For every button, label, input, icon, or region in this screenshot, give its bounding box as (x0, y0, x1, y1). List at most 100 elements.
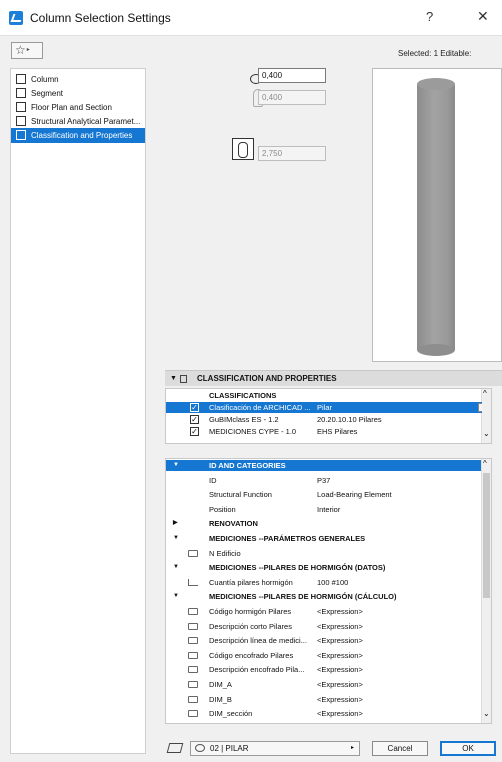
property-row[interactable]: DIM_B <Expression> (166, 694, 482, 705)
custom-property-icon (188, 666, 198, 674)
sidebar-item-segment[interactable]: Segment (11, 86, 145, 101)
link-property-icon (188, 578, 198, 586)
property-row[interactable]: Descripción corto Pilares <Expression> (166, 621, 482, 632)
properties-panel: DIM_sección <Expression> DIM_B <Expression>… (165, 458, 492, 724)
property-group-label: MEDICIONES --PARÁMETROS GENERALES (209, 534, 366, 543)
property-row[interactable]: Código hormigón Pilares <Expression> (166, 606, 482, 617)
property-row[interactable]: DIM_sección <Expression> (166, 708, 482, 719)
chevron-right-icon: ▸ (26, 47, 30, 54)
scroll-up-icon[interactable]: ^ (483, 459, 487, 468)
layer-dropdown[interactable]: 02 | PILAR ▸ (190, 741, 360, 756)
property-name: Structural Function (209, 490, 272, 500)
property-name: Position (209, 504, 236, 514)
property-group-row[interactable]: ▼ MEDICIONES --PILARES DE HORMIGÓN (CÁLCU… (166, 591, 482, 603)
chevron-right-icon[interactable]: ▸ (478, 403, 482, 412)
section-icon (180, 375, 187, 383)
classifications-scrollbar[interactable]: ^ ⌄ (481, 389, 491, 443)
property-row[interactable]: Cuantía pilares hormigón 100 #100 (166, 577, 482, 588)
layer-settings-icon[interactable] (166, 743, 184, 753)
properties-scrollbar[interactable]: ^ ⌄ (481, 459, 491, 723)
property-value[interactable]: <Expression> (317, 621, 363, 632)
property-row[interactable]: Structural Function Load-Bearing Element (166, 489, 482, 500)
chevron-down-icon[interactable]: ▼ (173, 591, 179, 602)
property-value[interactable]: <Expression> (317, 694, 363, 705)
sidebar-item-floor-plan-and-section[interactable]: Floor Plan and Section (11, 100, 145, 115)
sidebar-item-classification-and-properties[interactable]: Classification and Properties (11, 128, 145, 143)
classification-value: 20.20.10.10 Pilares (317, 415, 382, 424)
cancel-button[interactable]: Cancel (372, 741, 428, 756)
property-row[interactable]: N Edificio (166, 548, 482, 559)
classification-checkbox[interactable]: ✓ (190, 403, 199, 412)
chevron-down-icon[interactable]: ▼ (173, 533, 179, 544)
property-row[interactable]: ID P37 (166, 475, 482, 486)
classifications-header: CLASSIFICATIONS (166, 390, 482, 401)
custom-property-icon (188, 622, 198, 630)
classification-row[interactable]: ✓ Clasificación de ARCHICAD ... Pilar ▸ (166, 402, 482, 413)
ok-button[interactable]: OK (440, 741, 496, 756)
custom-property-icon (188, 549, 198, 557)
favorites-button[interactable]: ☆▸ (11, 42, 43, 59)
property-name: Código encofrado Pilares (209, 650, 294, 660)
classification-value: Pilar (317, 403, 333, 412)
property-value[interactable]: <Expression> (317, 650, 363, 661)
classification-name: MEDICIONES CYPE - 1.0 (209, 427, 297, 436)
property-group-row[interactable]: ▼ ID AND CATEGORIES (166, 460, 482, 471)
property-group-label: RENOVATION (209, 519, 258, 529)
custom-property-icon (188, 637, 198, 645)
property-group-row[interactable]: ▼ MEDICIONES --PILARES DE HORMIGÓN (DATOS… (166, 562, 482, 574)
classification-checkbox[interactable]: ✓ (190, 415, 199, 424)
sidebar-item-label: Segment (31, 89, 64, 98)
property-value[interactable]: Interior (317, 504, 340, 515)
property-value[interactable]: <Expression> (317, 708, 363, 719)
classification-checkbox[interactable]: ✓ (190, 427, 199, 436)
window-title: Column Selection Settings (30, 11, 171, 25)
settings-content: 0,400 0,400 2,750 (153, 68, 502, 368)
property-value[interactable]: 100 #100 (317, 577, 348, 588)
width-input[interactable]: 0,400 (258, 68, 326, 83)
chevron-right-icon: ▸ (350, 745, 354, 751)
scroll-down-icon[interactable]: ⌄ (483, 709, 490, 718)
bottom-bar: 02 | PILAR ▸ Cancel OK (160, 740, 502, 762)
property-name: Descripción línea de medici... (209, 636, 307, 646)
property-row[interactable]: Descripción línea de medici... <Expressio… (166, 635, 482, 646)
custom-property-icon (188, 608, 198, 615)
sidebar-item-label: Column (31, 75, 59, 84)
sidebar-item-column[interactable]: Column (11, 72, 145, 87)
sidebar-item-label: Structural Analytical Paramet... (31, 117, 141, 126)
collapse-icon[interactable]: ▼ (170, 371, 177, 386)
property-row[interactable]: Descripción encofrado Pila... <Expression… (166, 664, 482, 675)
property-value[interactable]: Load-Bearing Element (317, 489, 392, 500)
chevron-down-icon[interactable]: ▼ (173, 460, 179, 471)
column-height-input: 2,750 (258, 146, 326, 161)
property-row[interactable]: Position Interior (166, 504, 482, 515)
classification-value: EHS Pilares (317, 427, 358, 436)
close-button[interactable]: ✕ (477, 8, 489, 25)
chevron-down-icon[interactable]: ▼ (173, 562, 179, 573)
classifications-panel: CLASSIFICATIONS ^ ⌄ ✓ Clasificación de AR… (165, 388, 492, 444)
property-name: DIM_A (209, 680, 232, 689)
section-header[interactable]: ▼ CLASSIFICATION AND PROPERTIES (165, 370, 502, 386)
scroll-down-icon[interactable]: ⌄ (483, 429, 490, 438)
segment-icon (16, 88, 26, 98)
classification-row[interactable]: ✓ MEDICIONES CYPE - 1.0 EHS Pilares (166, 426, 482, 437)
scroll-thumb[interactable] (483, 473, 490, 598)
chevron-right-icon[interactable]: ▶ (173, 518, 178, 529)
property-value[interactable]: <Expression> (317, 664, 363, 675)
sidebar-item-structural-analytical-paramet[interactable]: Structural Analytical Paramet... (11, 114, 145, 129)
property-row[interactable]: Código encofrado Pilares <Expression> (166, 650, 482, 661)
property-row[interactable]: DIM_A <Expression> (166, 679, 482, 690)
property-group-row[interactable]: ▼ MEDICIONES --PARÁMETROS GENERALES (166, 533, 482, 544)
help-button[interactable]: ? (426, 9, 433, 24)
property-group-label: MEDICIONES --PILARES DE HORMIGÓN (CÁLCUL… (209, 592, 397, 602)
scroll-up-icon[interactable]: ^ (483, 389, 487, 398)
property-group-row[interactable]: ▶ RENOVATION (166, 518, 482, 530)
layer-label: 02 | PILAR (210, 744, 249, 753)
custom-property-icon (188, 651, 198, 659)
property-value[interactable]: <Expression> (317, 635, 363, 646)
property-value[interactable]: <Expression> (317, 679, 363, 690)
preview-3d[interactable] (372, 68, 502, 362)
property-value[interactable]: P37 (317, 475, 330, 486)
property-value[interactable]: <Expression> (317, 606, 363, 617)
classification-row[interactable]: ✓ GuBIMclass ES - 1.2 20.20.10.10 Pilares (166, 414, 482, 425)
eye-icon (195, 744, 205, 752)
